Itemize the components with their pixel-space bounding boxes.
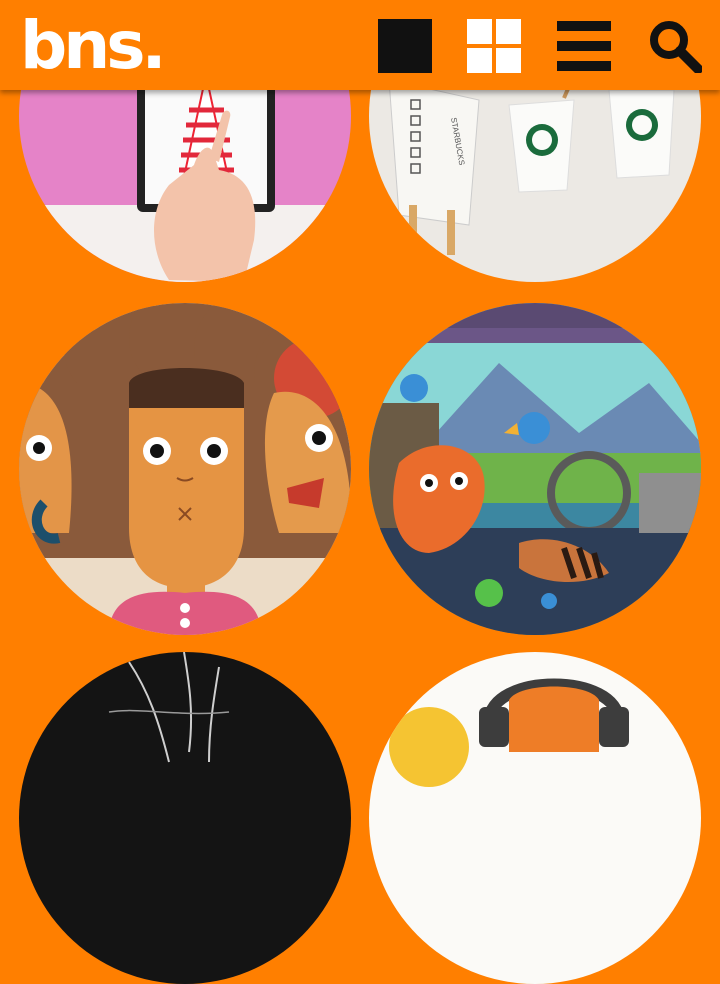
- tile-cartoon-car[interactable]: [369, 303, 701, 635]
- search-icon[interactable]: [648, 19, 702, 73]
- tile-headphones[interactable]: [369, 652, 701, 984]
- top-header: bns.: [0, 0, 720, 90]
- grid-view-icon[interactable]: [467, 19, 521, 73]
- logo[interactable]: bns.: [20, 8, 167, 84]
- list-view-icon[interactable]: [557, 19, 611, 73]
- tile-dark-sketch[interactable]: [19, 652, 351, 984]
- tile-cartoon-faces[interactable]: [19, 303, 351, 635]
- single-view-icon[interactable]: [378, 19, 432, 73]
